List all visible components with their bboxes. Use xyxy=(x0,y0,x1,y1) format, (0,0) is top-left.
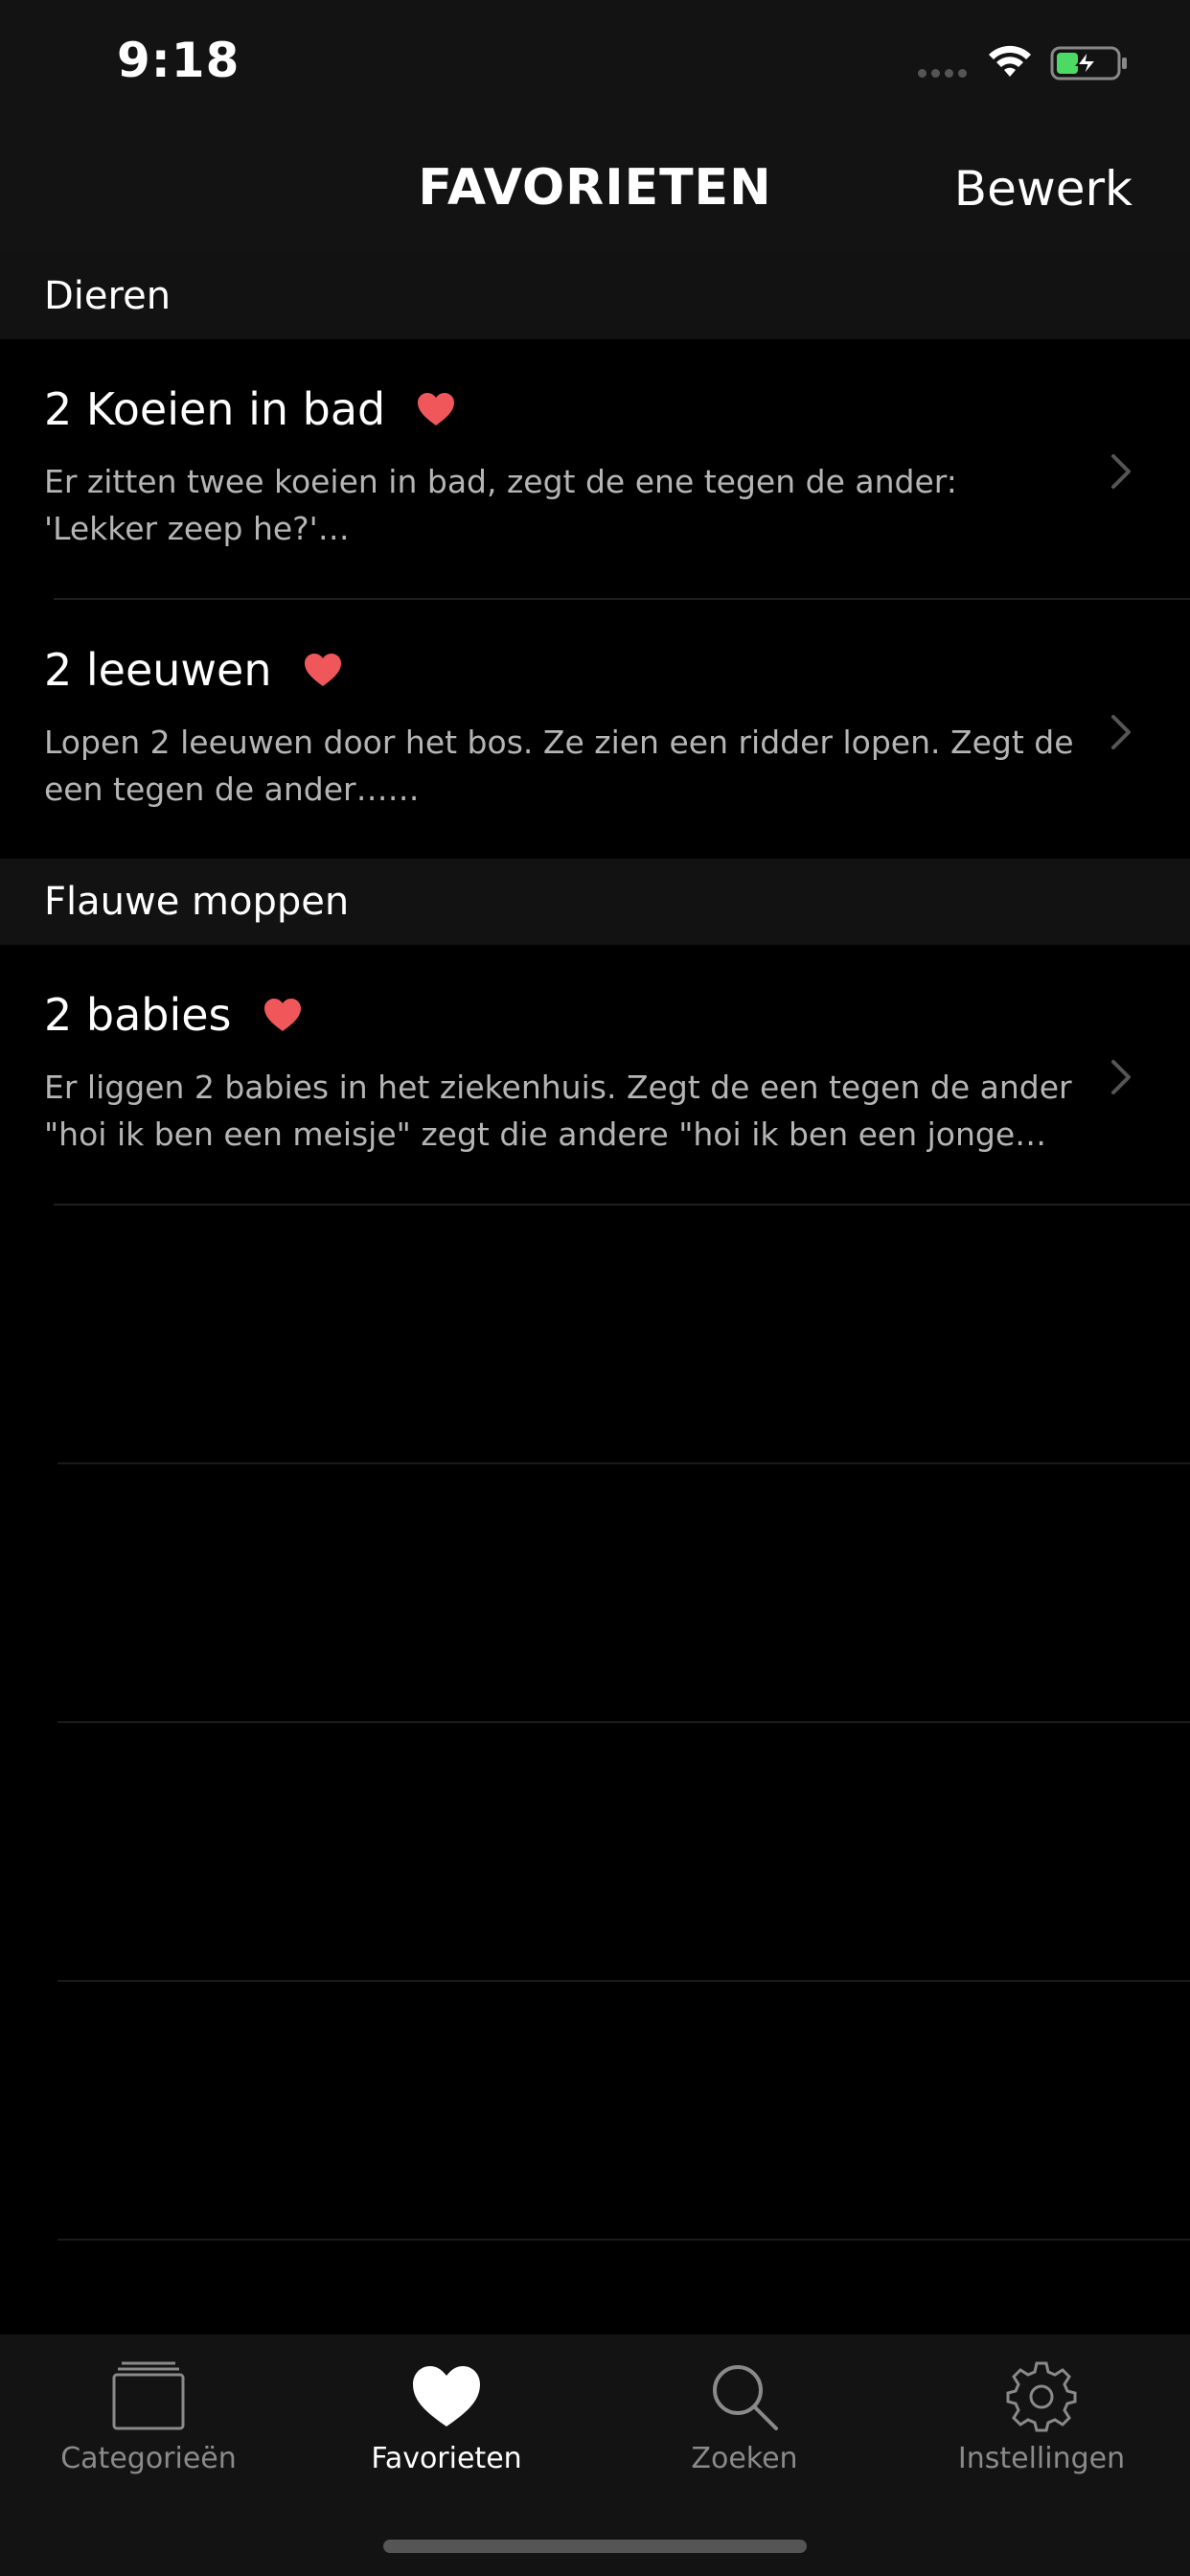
status-bar: 9:18 xyxy=(0,0,1190,126)
list-item[interactable]: 2 leeuwen Lopen 2 leeuwen door het bos. … xyxy=(0,600,1190,859)
empty-row xyxy=(57,1206,1190,1464)
tab-label: Zoeken xyxy=(691,2442,798,2475)
search-icon xyxy=(713,2365,778,2430)
item-title: 2 babies xyxy=(44,989,232,1041)
gear-icon xyxy=(1006,2361,1077,2432)
heart-icon xyxy=(413,2366,480,2426)
tab-instellingen[interactable]: Instellingen xyxy=(898,2359,1185,2475)
chevron-right-icon xyxy=(1111,715,1131,749)
tab-categorieen[interactable]: Categorieën xyxy=(5,2359,292,2475)
tab-zoeken[interactable]: Zoeken xyxy=(601,2359,888,2475)
chevron-right-icon xyxy=(1111,454,1131,489)
chevron-right-icon xyxy=(1111,1060,1131,1094)
battery-icon xyxy=(1050,46,1127,80)
stack-icon xyxy=(112,2361,185,2430)
signal-icon xyxy=(918,63,972,79)
navigation-bar: FAVORIETEN Bewerk xyxy=(0,126,1190,253)
item-description: Lopen 2 leeuwen door het bos. Ze zien ee… xyxy=(44,724,1074,808)
list-item[interactable]: 2 babies Er liggen 2 babies in het zieke… xyxy=(0,945,1190,1204)
empty-row xyxy=(57,1464,1190,1723)
list-item[interactable]: 2 Koeien in bad Er zitten twee koeien in… xyxy=(0,339,1190,598)
tab-label: Favorieten xyxy=(371,2442,522,2475)
section-header-flauwe-moppen: Flauwe moppen xyxy=(0,859,1190,945)
wifi-icon xyxy=(989,45,1031,77)
home-indicator[interactable] xyxy=(383,2540,807,2553)
item-title: 2 leeuwen xyxy=(44,644,272,696)
tab-label: Categorieën xyxy=(60,2442,237,2475)
edit-button[interactable]: Bewerk xyxy=(954,161,1133,217)
status-time: 9:18 xyxy=(117,33,240,88)
empty-row xyxy=(57,1982,1190,2241)
heart-icon xyxy=(263,999,301,1031)
heart-icon xyxy=(418,393,455,426)
favorites-list: Dieren 2 Koeien in bad Er zitten twee ko… xyxy=(0,253,1190,2241)
tab-favorieten[interactable]: Favorieten xyxy=(303,2359,590,2475)
tab-bar: Categorieën Favorieten Zoeken Instelling… xyxy=(0,2334,1190,2576)
empty-row xyxy=(57,1723,1190,1982)
item-title: 2 Koeien in bad xyxy=(44,383,386,435)
section-header-dieren: Dieren xyxy=(0,253,1190,339)
item-description: Er zitten twee koeien in bad, zegt de en… xyxy=(44,463,957,547)
tab-label: Instellingen xyxy=(957,2442,1126,2475)
heart-icon xyxy=(304,654,341,686)
item-description: Er liggen 2 babies in het ziekenhuis. Ze… xyxy=(44,1069,1072,1153)
